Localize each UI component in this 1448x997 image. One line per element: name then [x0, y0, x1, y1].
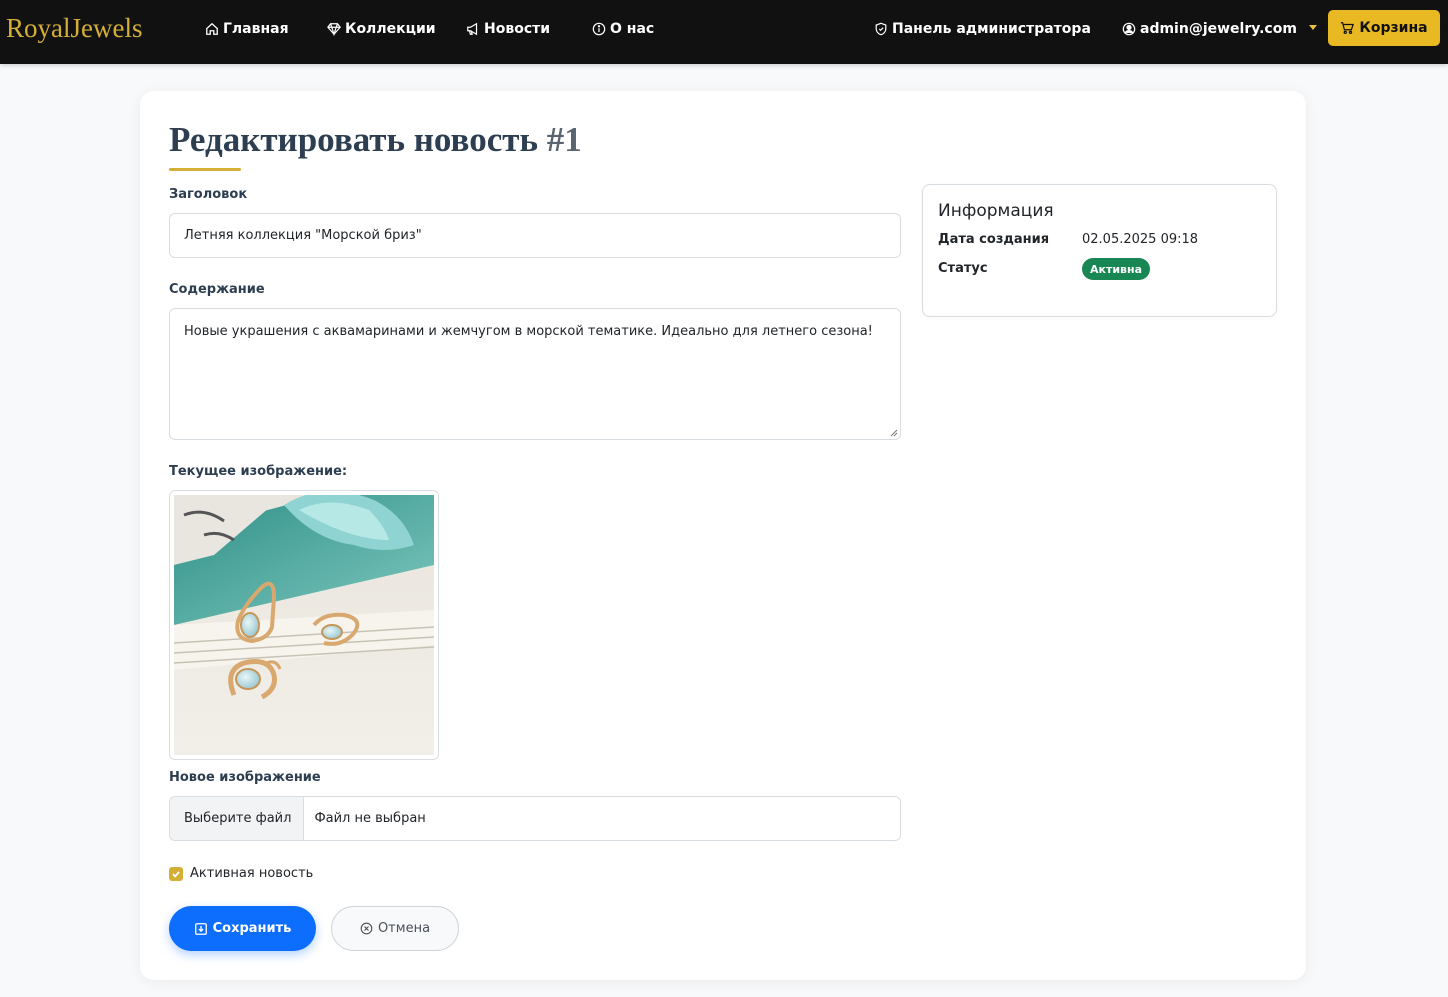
shield-icon	[875, 22, 887, 36]
nav-user-email: admin@jewelry.com	[1140, 21, 1297, 37]
nav-about-label: О нас	[610, 21, 655, 37]
jewelry-photo	[174, 495, 434, 755]
created-date-value: 02.05.2025 09:18	[1082, 232, 1199, 247]
active-checkbox-label[interactable]: Активная новость	[190, 865, 313, 883]
brand-logo[interactable]: RoyalJewels	[6, 10, 142, 46]
download-icon	[194, 922, 207, 935]
nav-collections-label: Коллекции	[345, 21, 436, 37]
chevron-down-icon	[1308, 24, 1317, 30]
nav-collections[interactable]: Коллекции	[327, 18, 436, 40]
nav-news[interactable]: Новости	[466, 18, 550, 40]
title-input[interactable]: Летняя коллекция "Морской бриз"	[169, 213, 901, 258]
save-button[interactable]: Сохранить	[169, 906, 316, 951]
checkmark-icon	[172, 871, 180, 878]
info-panel: Информация Дата создания 02.05.2025 09:1…	[922, 184, 1277, 317]
content-field-label: Содержание	[169, 282, 265, 297]
file-input[interactable]: Выберите файл Файл не выбран	[169, 796, 901, 841]
person-circle-icon	[1122, 22, 1136, 36]
nav-news-label: Новости	[484, 21, 551, 37]
active-checkbox[interactable]	[169, 867, 183, 881]
current-image-label: Текущее изображение:	[169, 464, 348, 479]
house-icon	[206, 22, 218, 35]
cancel-button[interactable]: Отмена	[331, 906, 459, 951]
nav-home-label: Главная	[223, 21, 289, 37]
navbar: RoyalJewels Главная Коллекции Новости О …	[0, 0, 1448, 64]
nav-admin-panel[interactable]: Панель администратора	[874, 18, 1091, 40]
cancel-button-label: Отмена	[377, 921, 431, 936]
created-date-key: Дата создания	[938, 232, 1050, 247]
info-circle-icon	[592, 22, 606, 36]
gem-icon	[327, 23, 341, 36]
info-title: Информация	[938, 201, 1054, 221]
nav-admin-label: Панель администратора	[892, 21, 1091, 37]
nav-home[interactable]: Главная	[205, 18, 289, 40]
page-title-id: #1	[546, 120, 582, 159]
cart-button[interactable]: Корзина	[1328, 10, 1440, 46]
x-circle-icon	[360, 922, 373, 935]
resize-handle-icon[interactable]	[890, 429, 898, 437]
status-key: Статус	[938, 261, 988, 276]
status-badge: Активна	[1082, 258, 1151, 280]
new-image-label: Новое изображение	[169, 770, 321, 785]
choose-file-button[interactable]: Выберите файл	[170, 797, 305, 840]
page-title: Редактировать новость #1	[169, 118, 582, 162]
title-underline	[169, 168, 241, 171]
current-image	[169, 490, 439, 760]
file-status-text: Файл не выбран	[314, 811, 426, 826]
page-title-text: Редактировать новость	[169, 120, 538, 159]
nav-about[interactable]: О нас	[592, 18, 654, 40]
nav-user-dropdown[interactable]: admin@jewelry.com	[1122, 18, 1317, 40]
megaphone-icon	[467, 22, 478, 36]
title-input-value: Летняя коллекция "Морской бриз"	[184, 228, 422, 243]
title-field-label: Заголовок	[169, 187, 248, 202]
content-textarea-value: Новые украшения с аквамаринами и жемчуго…	[184, 324, 873, 339]
cart-label: Корзина	[1359, 20, 1428, 36]
cart-icon	[1341, 22, 1355, 35]
save-button-label: Сохранить	[212, 921, 292, 936]
content-textarea[interactable]: Новые украшения с аквамаринами и жемчуго…	[169, 308, 901, 440]
